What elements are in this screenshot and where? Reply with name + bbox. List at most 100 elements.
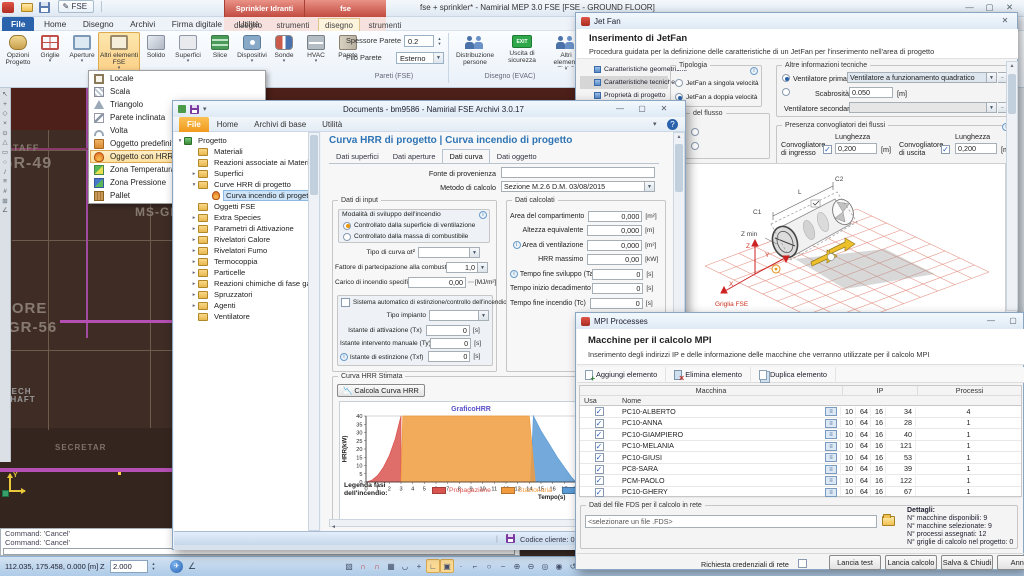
- ribbon-button[interactable]: Aperture ▾: [66, 32, 98, 65]
- save-icon[interactable]: [39, 2, 50, 13]
- cad-tool-icon[interactable]: ∠: [2, 208, 8, 215]
- network-icon[interactable]: [825, 407, 837, 416]
- tipologia-option[interactable]: JetFan a doppia velocità: [675, 90, 759, 104]
- radio-icon[interactable]: [691, 142, 699, 150]
- tipo-impianto-select[interactable]: [429, 310, 479, 321]
- jetfan-scrollbar[interactable]: ▲: [1006, 61, 1018, 311]
- z-stepper[interactable]: ▲▼: [149, 561, 158, 571]
- ribbon-button[interactable]: Superfici ▾: [172, 32, 204, 65]
- cad-tool-icon[interactable]: +: [3, 102, 7, 109]
- usa-checkbox[interactable]: [595, 419, 604, 428]
- table-row[interactable]: PC10-ALBERTO 10 64 16 34 4: [580, 406, 1021, 418]
- table-row[interactable]: PC8-SARA 10 64 16 39 1: [580, 464, 1021, 476]
- documents-tab[interactable]: File: [179, 117, 209, 132]
- tree-expand-icon[interactable]: ▸: [190, 259, 198, 265]
- status-icon[interactable]: ▣: [440, 559, 454, 573]
- ip-octet[interactable]: 10: [840, 430, 855, 439]
- menu-item[interactable]: Locale: [90, 72, 264, 85]
- tree-item[interactable]: ▸ Superfici: [174, 168, 319, 179]
- process-count[interactable]: 1: [915, 441, 1021, 450]
- ribbon-tab[interactable]: Firma digitale: [165, 17, 229, 31]
- info-icon[interactable]: i: [479, 211, 487, 219]
- table-row[interactable]: PCM-PAOLO 10 64 16 122 1: [580, 475, 1021, 487]
- tree-expand-icon[interactable]: ▸: [190, 215, 198, 221]
- documents-maximize-button[interactable]: ▢: [635, 104, 649, 115]
- documents-tab[interactable]: Home: [209, 117, 246, 132]
- process-count[interactable]: 1: [915, 430, 1021, 439]
- process-count[interactable]: 1: [915, 476, 1021, 485]
- network-icon[interactable]: [825, 465, 837, 474]
- scabrosita-input[interactable]: 0.050: [849, 87, 893, 98]
- radio-icon[interactable]: [343, 233, 351, 241]
- calcola-curva-button[interactable]: 📉 Calcola Curva HRR: [337, 384, 425, 397]
- status-icon[interactable]: ◎: [538, 559, 552, 573]
- info-icon[interactable]: i: [510, 270, 518, 278]
- documents-tab[interactable]: Archivi di base: [246, 117, 314, 132]
- tree-expand-icon[interactable]: ▸: [190, 303, 198, 309]
- tree-item[interactable]: ▸ Parametri di Attivazione: [174, 223, 319, 234]
- ip-octet[interactable]: 64: [855, 453, 870, 462]
- status-icon[interactable]: −: [496, 559, 510, 573]
- ip-octet[interactable]: 16: [870, 407, 885, 416]
- process-count[interactable]: 4: [915, 407, 1021, 416]
- tree-expand-icon[interactable]: ▸: [190, 237, 198, 243]
- ip-octet[interactable]: 64: [855, 476, 870, 485]
- ip-octet[interactable]: 34: [885, 407, 915, 416]
- cad-tool-icon[interactable]: ◇: [3, 111, 8, 118]
- ribbon-tab[interactable]: Archivi: [123, 17, 162, 31]
- spessore-stepper[interactable]: ▲▼: [435, 36, 444, 46]
- field-value[interactable]: 0,000: [588, 211, 642, 222]
- ip-octet[interactable]: 16: [870, 453, 885, 462]
- uscita-sicurezza-button[interactable]: Uscita di sicurezza: [500, 32, 544, 66]
- carico-input[interactable]: 0,00: [408, 277, 466, 288]
- ip-octet[interactable]: 10: [840, 441, 855, 450]
- ip-octet[interactable]: 64: [855, 487, 870, 496]
- documents-close-button[interactable]: ✕: [657, 104, 671, 115]
- ventilatore-secondario-select[interactable]: [849, 102, 987, 113]
- ribbon-button[interactable]: HVAC ▾: [300, 32, 332, 65]
- tree-item[interactable]: Curva incendio di progetto: [174, 190, 319, 201]
- chevron-down-icon[interactable]: ▾: [653, 120, 657, 128]
- ellipsis-button[interactable]: ⋯: [468, 279, 474, 286]
- tree-scrollbar[interactable]: [308, 132, 320, 531]
- status-icon[interactable]: ◉: [552, 559, 566, 573]
- scabrosita-radio[interactable]: [782, 88, 790, 96]
- status-icon[interactable]: ▦: [384, 559, 398, 573]
- field-value[interactable]: 0: [592, 283, 643, 294]
- network-icon[interactable]: [825, 476, 837, 485]
- convogliatore-ingresso-input[interactable]: 0,200: [835, 143, 877, 154]
- field-value[interactable]: 0,000: [587, 225, 642, 236]
- ip-octet[interactable]: 28: [885, 418, 915, 427]
- usa-checkbox[interactable]: [595, 465, 604, 474]
- tipo-curva-select[interactable]: [418, 247, 470, 258]
- ip-octet[interactable]: 64: [855, 418, 870, 427]
- field-value[interactable]: 0: [592, 269, 643, 280]
- radio-icon[interactable]: [691, 128, 699, 136]
- ribbon-button[interactable]: Dispositivi ▾: [236, 32, 268, 65]
- status-icon[interactable]: ∩: [370, 559, 384, 573]
- cad-tool-icon[interactable]: ↖: [2, 92, 7, 99]
- usa-checkbox[interactable]: [595, 407, 604, 416]
- action-button[interactable]: Lancia test: [829, 555, 881, 570]
- field-value[interactable]: 0: [426, 325, 470, 336]
- radio-icon[interactable]: [675, 79, 683, 87]
- toolbar-button[interactable]: Elimina elemento: [666, 367, 751, 383]
- chevron-down-icon[interactable]: ▼: [987, 72, 997, 83]
- action-button[interactable]: Lancia calcolo: [885, 555, 937, 570]
- fds-file-input[interactable]: <selezionare un file .FDS>: [585, 515, 877, 528]
- ribbon-tab[interactable]: Home: [37, 17, 73, 31]
- usa-checkbox[interactable]: [595, 442, 604, 451]
- ip-octet[interactable]: 16: [870, 476, 885, 485]
- ribbon-button[interactable]: Griglie ▾: [34, 32, 66, 65]
- tree-expand-icon[interactable]: ▸: [190, 248, 198, 254]
- status-icon[interactable]: ⊖: [524, 559, 538, 573]
- status-icon[interactable]: ∩: [356, 559, 370, 573]
- usa-checkbox[interactable]: [595, 476, 604, 485]
- tree-item[interactable]: ▾ Curve HRR di progetto: [174, 179, 319, 190]
- filo-parete-select[interactable]: Esterno▼: [396, 52, 444, 64]
- ip-octet[interactable]: 122: [885, 476, 915, 485]
- ip-octet[interactable]: 10: [840, 407, 855, 416]
- info-icon[interactable]: i: [340, 353, 348, 361]
- status-icon[interactable]: ○: [482, 559, 496, 573]
- info-icon[interactable]: i: [750, 67, 758, 75]
